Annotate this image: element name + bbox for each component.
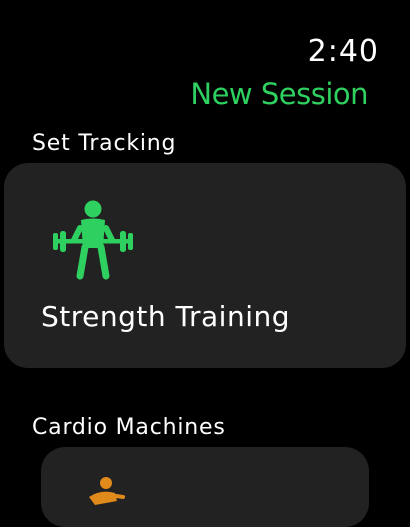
cardio-machine-card[interactable] xyxy=(41,447,369,527)
section-label-cardio-machines: Cardio Machines xyxy=(32,415,226,440)
section-label-set-tracking: Set Tracking xyxy=(32,131,177,156)
strength-training-label: Strength Training xyxy=(41,300,291,333)
clock-time: 2:40 xyxy=(307,34,379,69)
rowing-icon xyxy=(89,477,125,505)
strength-training-card[interactable]: Strength Training xyxy=(4,163,406,368)
weightlifting-icon xyxy=(53,200,133,280)
page-title[interactable]: New Session xyxy=(190,76,368,112)
